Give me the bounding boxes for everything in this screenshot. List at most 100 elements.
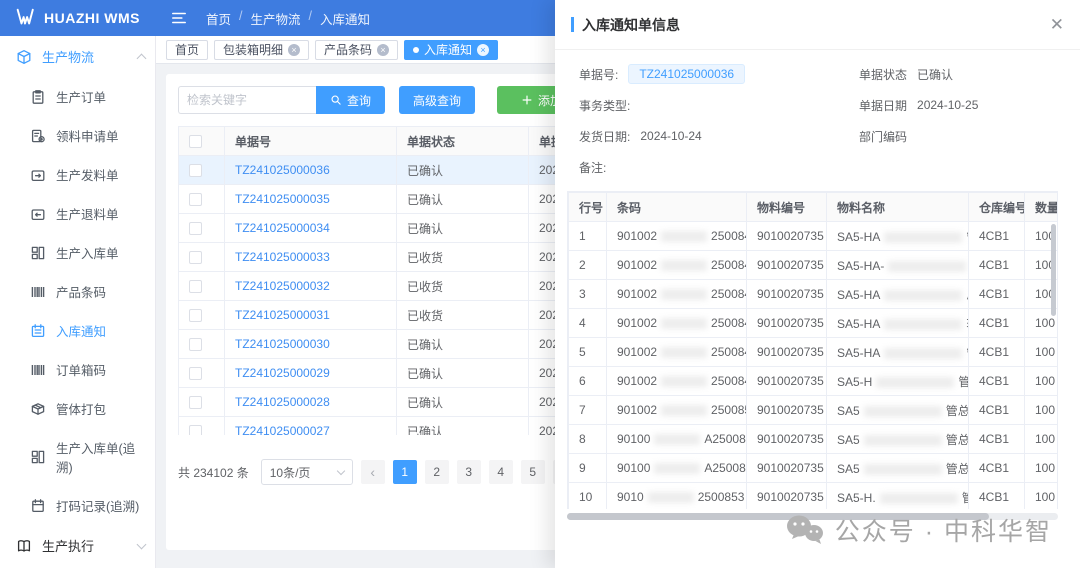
page-button-3[interactable]: 3 (457, 460, 481, 484)
detail-row: 4 9010022500847 9010020735 SA5-HA软管总.. 4… (569, 309, 1059, 338)
title-accent-bar (571, 17, 574, 32)
material-name: SA5管总.. (827, 454, 969, 483)
material-name: SA5-H管总.. (827, 367, 969, 396)
sidebar-section-1[interactable]: 生产执行 (0, 525, 155, 566)
col-line-no: 行号 (569, 193, 607, 222)
search-icon (330, 94, 342, 106)
row-checkbox[interactable] (189, 280, 202, 293)
tab-1[interactable]: 包装箱明细 × (214, 40, 309, 60)
sidebar-item-10[interactable]: 打码记录(追溯) (0, 486, 155, 525)
material-name: SA5-H.管总.. (827, 483, 969, 510)
page-button-5[interactable]: 5 (521, 460, 545, 484)
doc-no-link[interactable]: TZ241025000028 (235, 395, 330, 409)
page-size-select[interactable]: 10条/页 (261, 459, 353, 485)
sidebar-item-1[interactable]: 领料申请单 (0, 116, 155, 155)
field-row: 部门编码 (859, 126, 978, 146)
sidebar-item-2[interactable]: 生产发料单 (0, 155, 155, 194)
field-row: 单据号: TZ241025000036 (579, 64, 859, 84)
vertical-scrollbar-thumb[interactable] (1051, 224, 1056, 316)
chevron-down-icon (137, 539, 147, 549)
field-row: 事务类型: (579, 95, 859, 115)
tab-0[interactable]: 首页 (166, 40, 208, 60)
doc-no-link[interactable]: TZ241025000035 (235, 192, 330, 206)
advanced-query-button[interactable]: 高级查询 (399, 86, 475, 114)
tab-3[interactable]: 入库通知 × (404, 40, 498, 60)
doc-no-link[interactable]: TZ241025000034 (235, 221, 330, 235)
redaction-blur (654, 434, 700, 445)
doc-no-link[interactable]: TZ241025000027 (235, 424, 330, 435)
doc-no-link[interactable]: TZ241025000036 (235, 163, 330, 177)
chevron-down-icon (336, 466, 344, 474)
plus-icon (521, 94, 533, 106)
material-no: 9010020735 (747, 222, 827, 251)
page-button-1[interactable]: 1 (393, 460, 417, 484)
doc-status: 已确认 (397, 156, 529, 185)
select-all-checkbox[interactable] (189, 135, 202, 148)
sidebar-item-8[interactable]: 管体打包 (0, 389, 155, 428)
page-button-4[interactable]: 4 (489, 460, 513, 484)
sidebar-item-9[interactable]: 生产入库单(追溯) (0, 428, 155, 486)
row-checkbox[interactable] (189, 367, 202, 380)
doc-status: 已确认 (397, 388, 529, 417)
drawer-fields: 单据号: TZ241025000036 事务类型: 发货日期: 2024-10-… (555, 50, 1080, 181)
material-no: 9010020735 (747, 251, 827, 280)
tab-close-icon[interactable]: × (477, 44, 489, 56)
query-button[interactable]: 查询 (316, 86, 385, 114)
barcode-cell: 90100A2500851 (607, 425, 747, 454)
page-button-2[interactable]: 2 (425, 460, 449, 484)
wechat-icon (785, 513, 825, 547)
row-checkbox[interactable] (189, 222, 202, 235)
redaction-blur (654, 463, 700, 474)
redaction-blur (876, 377, 954, 388)
sidebar-item-6[interactable]: 入库通知 (0, 311, 155, 350)
tab-close-icon[interactable]: × (377, 44, 389, 56)
line-no: 9 (569, 454, 607, 483)
doc-no-link[interactable]: TZ241025000031 (235, 308, 330, 322)
col-barcode: 条码 (607, 193, 747, 222)
barcode-cell: 9010022500848 (607, 338, 747, 367)
prev-page-button[interactable]: ‹ (361, 460, 385, 484)
material-name: SA5-HA管总. (827, 338, 969, 367)
sidebar-item-4[interactable]: 生产入库单 (0, 233, 155, 272)
breadcrumb-current: 入库通知 (320, 9, 370, 28)
close-icon[interactable]: ✕ (1050, 16, 1064, 33)
sidebar-section-0[interactable]: 生产物流 (0, 36, 155, 77)
warehouse-no: 4CB1 (969, 367, 1025, 396)
barcode-cell: 9010022500850 (607, 396, 747, 425)
warehouse-no: 4CB1 (969, 222, 1025, 251)
col-qty: 数量 (1025, 193, 1059, 222)
row-checkbox[interactable] (189, 396, 202, 409)
detail-row: 9 90100A2500852 9010020735 SA5管总.. 4CB1 … (569, 454, 1059, 483)
tab-2[interactable]: 产品条码 × (315, 40, 398, 60)
row-checkbox[interactable] (189, 164, 202, 177)
row-checkbox[interactable] (189, 338, 202, 351)
breadcrumb-section[interactable]: 生产物流 (251, 9, 301, 28)
tab-close-icon[interactable]: × (288, 44, 300, 56)
line-no: 8 (569, 425, 607, 454)
material-name: SA5-HA-总.. (827, 251, 969, 280)
quantity: 100 (1025, 483, 1059, 510)
doc-no-link[interactable]: TZ241025000030 (235, 337, 330, 351)
sidebar-item-3[interactable]: 生产退料单 (0, 194, 155, 233)
line-no: 1 (569, 222, 607, 251)
doc-no-link[interactable]: TZ241025000032 (235, 279, 330, 293)
warehouse-no: 4CB1 (969, 251, 1025, 280)
sidebar-item-7[interactable]: 订单箱码 (0, 350, 155, 389)
material-no: 9010020735 (747, 483, 827, 510)
breadcrumb-home[interactable]: 首页 (206, 9, 231, 28)
col-doc-no: 单据号 (225, 127, 397, 156)
sidebar-item-5[interactable]: 产品条码 (0, 272, 155, 311)
field-row: 单据日期 2024-10-25 (859, 95, 978, 115)
sidebar: 生产物流 生产订单 领料申请单 生产发料单 生产退料单 生产入库单 产品条码 (0, 36, 156, 568)
warehouse-no: 4CB1 (969, 309, 1025, 338)
search-input[interactable] (178, 86, 316, 114)
row-checkbox[interactable] (189, 193, 202, 206)
sidebar-item-0[interactable]: 生产订单 (0, 77, 155, 116)
row-checkbox[interactable] (189, 251, 202, 264)
collapse-menu-icon[interactable] (170, 9, 188, 27)
row-checkbox[interactable] (189, 425, 202, 435)
app-logo: HUAZHI WMS (0, 7, 156, 29)
row-checkbox[interactable] (189, 309, 202, 322)
doc-no-link[interactable]: TZ241025000033 (235, 250, 330, 264)
doc-no-link[interactable]: TZ241025000029 (235, 366, 330, 380)
